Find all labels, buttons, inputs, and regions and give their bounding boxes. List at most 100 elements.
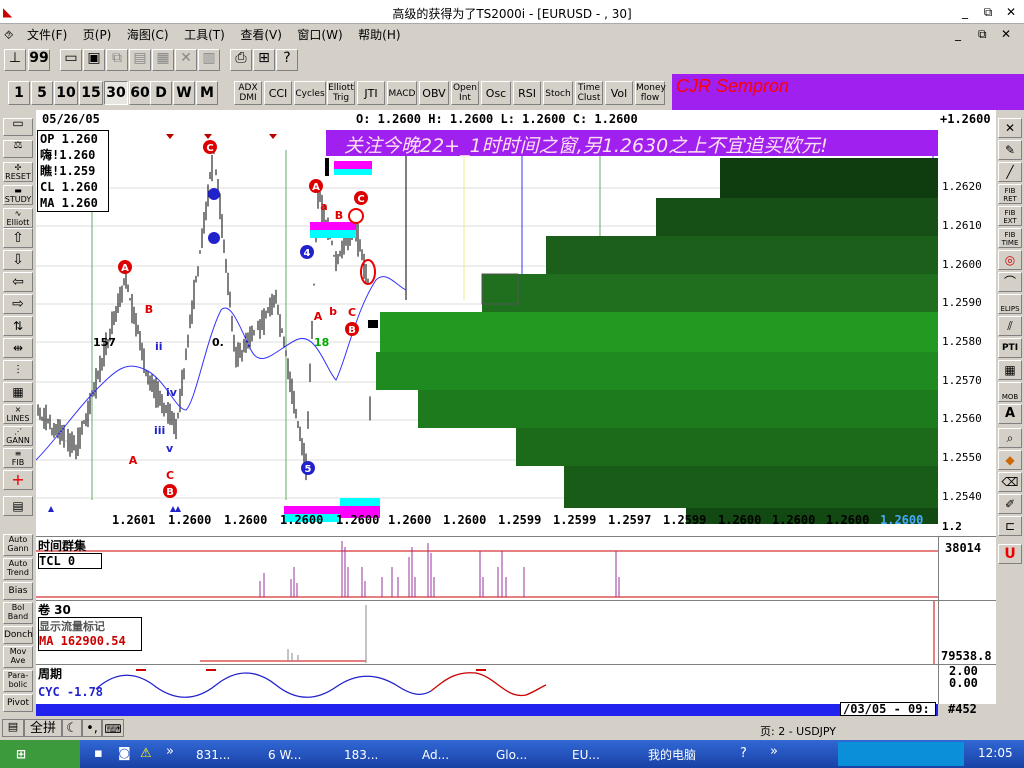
grid-icon[interactable]: ▦ [152,49,174,71]
measure-icon[interactable]: ⊏ [998,516,1022,536]
desktop-icon[interactable]: ▪ [94,746,103,761]
interval-5[interactable]: 5 [31,81,53,105]
mdi-minimize-button[interactable]: _ [955,27,961,41]
study-tool-icon[interactable]: ▬ STUDY [3,185,33,205]
quote-icon[interactable]: 99 [28,49,50,71]
arc-icon[interactable]: ⌒ [998,272,1022,292]
interval-w[interactable]: W [173,81,195,105]
lines-tool-icon[interactable]: ⨯ LINES [3,404,33,424]
delete-icon[interactable]: ⌫ [998,472,1022,492]
cycle-pane[interactable]: 周期 CYC -1.78 [36,664,938,704]
mov-ave-button[interactable]: Mov Ave [3,646,33,668]
copy-icon[interactable]: ⧉ [106,49,128,71]
taskbar-item-831[interactable]: 831... [196,744,230,766]
ime-icon[interactable]: ▤ [2,719,24,737]
arrow-down-icon[interactable]: ⇩ [3,250,33,270]
start-button[interactable]: ⊞ [0,740,80,768]
indicator-osc[interactable]: Osc [481,81,511,105]
chevron-tray-icon[interactable]: » [770,744,778,759]
minimize-button[interactable]: _ [955,3,975,21]
indicator-obv[interactable]: OBV [419,81,449,105]
mdi-restore-button[interactable]: ⧉ [978,27,987,42]
text-tool-icon[interactable]: A [998,404,1022,424]
taskbar-item-glo[interactable]: Glo... [496,744,527,766]
indicator-vol[interactable]: Vol [605,81,633,105]
parallel-icon[interactable]: ⫽ [998,316,1022,336]
trendline-icon[interactable]: ╱ [998,162,1022,182]
indicator-cci[interactable]: CCI [264,81,292,105]
print-icon[interactable]: ⎙ [230,49,252,71]
fib-ret-button[interactable]: FIB RET [998,184,1022,204]
indicator-open-int[interactable]: Open Int [451,81,479,105]
interval-60[interactable]: 60 [129,81,151,105]
fib-ext-button[interactable]: FIB EXT [998,206,1022,226]
price-chart[interactable]: C A A C B B 4 5 B A C B a b A C 157 0. 1… [36,110,996,538]
interval-m[interactable]: M [196,81,218,105]
taskbar-item-183[interactable]: 183... [344,744,378,766]
arrow-left-icon[interactable]: ⇦ [3,272,33,292]
arrow-up-icon[interactable]: ⇧ [3,228,33,248]
reset-tool-icon[interactable]: ✣ RESET [3,162,33,182]
eraser-icon[interactable]: ◆ [998,450,1022,470]
cut-icon[interactable]: ✕ [175,49,197,71]
elliott-tool-icon[interactable]: ∿ Elliott [3,208,33,228]
indicator-time-clust[interactable]: Time Clust [575,81,603,105]
save-icon[interactable]: ▣ [83,49,105,71]
fib-time-button[interactable]: FIB TIME [998,228,1022,248]
parabolic-button[interactable]: Para-bolic [3,670,33,692]
close-chart-icon[interactable]: ✕ [998,118,1022,138]
arrow-right-icon[interactable]: ⇨ [3,294,33,314]
ime-mode-label[interactable]: 全拼 [24,719,62,737]
expand-icon[interactable]: ⇹ [3,338,33,358]
volume-pane[interactable]: 卷 30 显示流量标记 MA 162900.54 [36,600,938,665]
chart-scrollbar[interactable] [36,704,938,716]
zoom-icon[interactable]: ⌕ [998,428,1022,448]
menu-view[interactable]: 查看(V) [234,24,288,46]
indicator-rsi[interactable]: RSI [513,81,541,105]
indicator-cycles[interactable]: Cycles [294,81,326,105]
moon-icon[interactable]: ☾ [62,719,82,737]
indicator-macd[interactable]: MACD [387,81,417,105]
taskbar-item-6w[interactable]: 6 W... [268,744,301,766]
close-button[interactable]: ✕ [1001,3,1021,21]
bar-icon[interactable]: ⫶ [3,360,33,380]
menu-file[interactable]: 文件(F) [21,24,73,46]
interval-1[interactable]: 1 [8,81,30,105]
interval-10[interactable]: 10 [54,81,78,105]
mdi-close-button[interactable]: ✕ [1001,27,1011,41]
interval-15[interactable]: 15 [79,81,103,105]
help-icon[interactable]: ? [276,49,298,71]
indicator-elliott-trig[interactable]: Elliott Trig [327,81,355,105]
menu-page[interactable]: 页(P) [77,24,118,46]
new-doc-icon[interactable]: ▭ [60,49,82,71]
grid-tool-icon[interactable]: ▦ [3,382,33,402]
keyboard-icon[interactable]: ⌨ [102,719,124,737]
notes-icon[interactable]: ▤ [3,496,33,516]
indicator-stoch[interactable]: Stoch [543,81,573,105]
warning-icon[interactable]: ⚠ [140,746,152,761]
crosshair-icon[interactable]: + [3,470,33,490]
interval-d[interactable]: D [150,81,172,105]
cursor-tool-icon[interactable]: ▭ [3,117,33,136]
preview-icon[interactable]: ⊞ [253,49,275,71]
taskbar-my-computer[interactable]: 我的电脑 [648,744,696,766]
scale-tool-icon[interactable]: ⚖ [3,140,33,158]
layout-icon[interactable]: ▥ [198,49,220,71]
pivot-button[interactable]: Pivot [3,694,33,712]
pencil-icon[interactable]: ✎ [998,140,1022,160]
bol-band-button[interactable]: Bol Band [3,602,33,624]
elips-button[interactable]: ELIPS [998,294,1022,314]
fib-tool-icon[interactable]: ≡ FIB [3,448,33,468]
indicator-jti[interactable]: JTI [357,81,385,105]
gann-tool-icon[interactable]: ⋰ GANN [3,426,33,446]
donch-button[interactable]: Donch [3,626,33,644]
app-quick-icon[interactable]: ◙ [118,746,131,761]
chevron-icon[interactable]: » [166,744,174,759]
time-cluster-pane[interactable]: 时间群集 TCL 0 [36,536,938,600]
pin-icon[interactable]: ⊥ [4,49,26,71]
menu-tools[interactable]: 工具(T) [178,24,231,46]
grid-small-icon[interactable]: ▦ [998,360,1022,380]
indicator-money-flow[interactable]: Money flow [635,81,666,105]
menu-chart[interactable]: 海图(C) [121,24,175,46]
help-tray-icon[interactable]: ? [740,746,747,761]
